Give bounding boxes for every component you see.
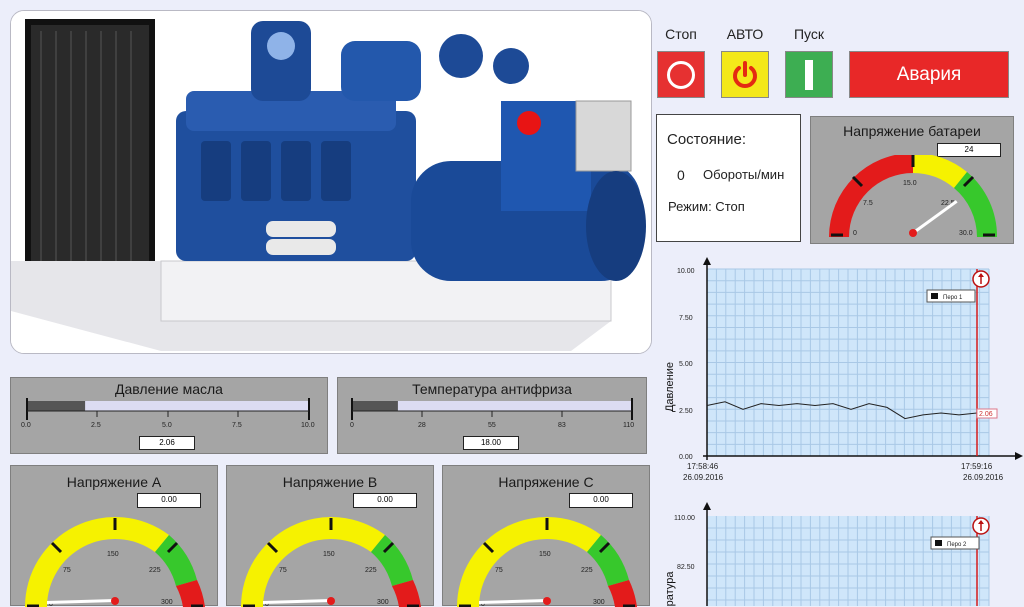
pressure-ytick-4: 0.00 [679, 454, 693, 461]
temperature-y-arrow [703, 502, 711, 510]
battery-needle [912, 200, 958, 235]
generator-image [10, 10, 652, 354]
voltage-c-tick-4: 300 [593, 599, 605, 606]
voltage-c-tick-1: 75 [495, 567, 503, 574]
pressure-xstart-date: 26.09.2016 [683, 473, 724, 482]
pressure-xend-date: 26.09.2016 [963, 473, 1004, 482]
coolant-tick-1: 28 [418, 422, 426, 429]
voltage-c-title: Напряжение C [498, 474, 594, 490]
mode-text: Режим: Стоп [668, 199, 745, 214]
oil-tick-0: 0.0 [21, 422, 31, 429]
pressure-xend-time: 17:59:16 [961, 462, 993, 471]
coolant-temp-panel: Температура антифриза 0 28 55 83 110 18.… [337, 377, 647, 454]
stop-label: Стоп [665, 26, 697, 42]
pressure-trend-chart[interactable]: 10.00 7.50 5.00 2.50 0.00 Давление 17:58… [655, 255, 1024, 487]
voltage-b-panel: Напряжение B 0.00 0 75 150 225 300 [226, 465, 434, 607]
pressure-ytick-0: 10.00 [677, 268, 695, 275]
pressure-ylabel: Давление [664, 362, 676, 412]
pressure-ytick-3: 2.50 [679, 408, 693, 415]
start-button[interactable] [785, 51, 833, 98]
oil-pressure-title: Давление масла [115, 381, 223, 397]
start-label: Пуск [793, 26, 825, 42]
rpm-unit: Обороты/мин [703, 167, 785, 182]
pressure-cursor-value: 2.06 [979, 411, 993, 418]
voltage-a-tick-4: 300 [161, 599, 173, 606]
oil-pressure-bar: 0.0 2.5 5.0 7.5 10.0 [21, 398, 315, 429]
voltage-b-tick-4: 300 [377, 599, 389, 606]
stop-icon [667, 60, 695, 89]
oil-pressure-value: 2.06 [139, 436, 195, 450]
voltage-a-tick-1: 75 [63, 567, 71, 574]
auto-label: АВТО [726, 26, 764, 42]
voltage-c-tick-3: 225 [581, 567, 593, 574]
power-icon [733, 60, 757, 88]
pressure-legend-swatch [931, 293, 938, 299]
coolant-tick-3: 83 [558, 422, 566, 429]
voltage-a-tick-3: 225 [149, 567, 161, 574]
pressure-legend-label: Перо 1 [943, 295, 963, 301]
voltage-a-panel: Напряжение A 0.00 0 75 150 225 300 [10, 465, 218, 607]
coolant-temp-value: 18.00 [463, 436, 519, 450]
battery-gauge-title: Напряжение батареи [843, 123, 981, 139]
temperature-legend-swatch [935, 540, 942, 546]
auto-button[interactable] [721, 51, 769, 98]
coolant-tick-4: 110 [623, 422, 634, 429]
voltage-a-title: Напряжение A [66, 474, 162, 490]
voltage-b-title: Напряжение B [282, 474, 378, 490]
battery-tick-0: 0 [853, 230, 857, 237]
pressure-x-arrow [1015, 452, 1023, 460]
temperature-trend-chart[interactable]: 110.00 82.50 ература Перо 2 [655, 500, 1024, 606]
start-icon [805, 59, 813, 90]
voltage-b-tick-1: 75 [279, 567, 287, 574]
oil-tick-2: 5.0 [162, 422, 172, 429]
oil-tick-4: 10.0 [301, 422, 315, 429]
battery-tick-1: 7.5 [863, 200, 873, 207]
voltage-a-tick-2: 150 [107, 551, 119, 558]
rpm-value: 0 [677, 167, 685, 183]
temperature-legend-label: Перо 2 [947, 542, 967, 548]
battery-needle-hub [909, 229, 917, 237]
oil-pressure-panel: Давление масла 0.0 2.5 5.0 7.5 10.0 2.06 [10, 377, 328, 454]
coolant-tick-2: 55 [488, 422, 496, 429]
pressure-xstart-time: 17:58:46 [687, 462, 719, 471]
voltage-b-tick-2: 150 [323, 551, 335, 558]
pressure-ytick-1: 7.50 [679, 315, 693, 322]
pressure-y-arrow [703, 257, 711, 265]
voltage-b-tick-3: 225 [365, 567, 377, 574]
coolant-temp-bar: 0 28 55 83 110 [350, 398, 634, 429]
voltage-b-gauge: 0 75 150 225 300 [241, 517, 421, 607]
pressure-ytick-2: 5.00 [679, 361, 693, 368]
temperature-ytick-0: 110.00 [674, 515, 695, 522]
voltage-b-needle [263, 599, 331, 604]
voltage-c-gauge: 0 75 150 225 300 [457, 517, 637, 607]
oil-tick-1: 2.5 [91, 422, 101, 429]
battery-gauge-panel: Напряжение батареи 24 0 7.5 15.0 22.5 30… [810, 116, 1014, 244]
voltage-a-gauge: 0 75 150 225 300 [25, 517, 205, 607]
voltage-b-needle-hub [327, 597, 335, 605]
temperature-ytick-1: 82.50 [677, 564, 695, 571]
voltage-c-needle [479, 599, 547, 604]
battery-tick-2: 15.0 [903, 180, 917, 187]
state-panel: Состояние: 0 Обороты/мин Режим: Стоп [656, 114, 801, 242]
voltage-c-needle-hub [543, 597, 551, 605]
coolant-temp-title: Температура антифриза [412, 381, 572, 397]
oil-tick-3: 7.5 [232, 422, 242, 429]
voltage-c-panel: Напряжение C 0.00 0 75 150 225 300 [442, 465, 650, 607]
voltage-a-needle [47, 599, 115, 604]
stop-button[interactable] [657, 51, 705, 98]
battery-gauge: 0 7.5 15.0 22.5 30.0 [829, 155, 998, 237]
alarm-button[interactable]: Авария [849, 51, 1009, 98]
coolant-tick-0: 0 [350, 422, 354, 429]
temperature-ylabel: ература [664, 571, 676, 606]
state-title: Состояние: [667, 131, 747, 148]
voltage-c-tick-2: 150 [539, 551, 551, 558]
voltage-a-needle-hub [111, 597, 119, 605]
battery-tick-4: 30.0 [959, 230, 973, 237]
